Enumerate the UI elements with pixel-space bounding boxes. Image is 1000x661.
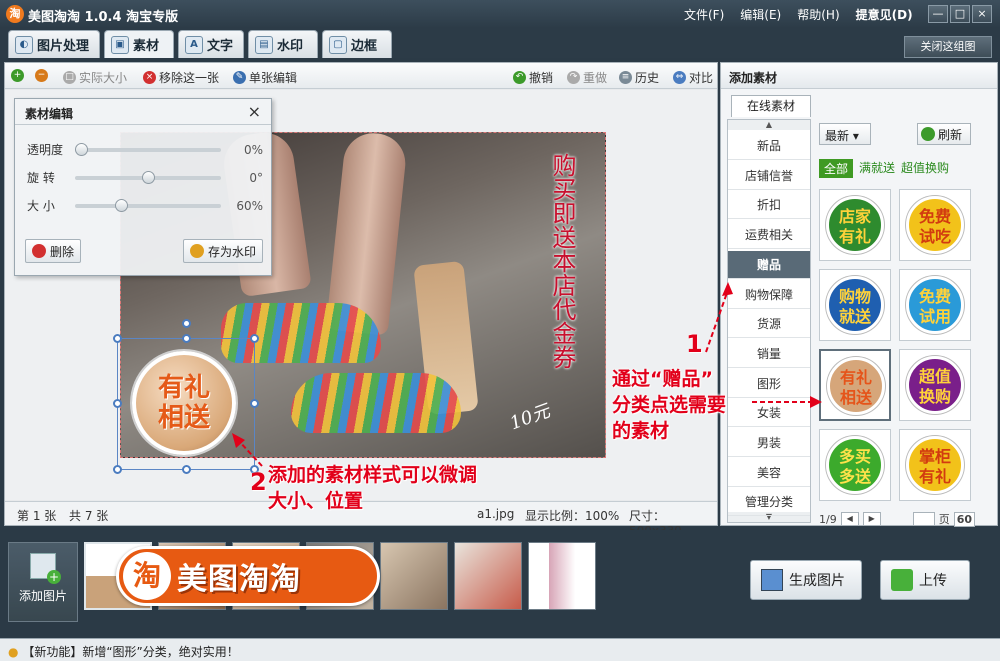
brand-logo-icon: 淘 xyxy=(123,552,171,600)
thumbnail[interactable] xyxy=(454,542,522,610)
tip-bar: ● 【新功能】新增“图形”分类，绝对实用！ xyxy=(0,638,1000,661)
upload-label: 上传 xyxy=(919,573,947,589)
brand-name: 美图淘淘 xyxy=(177,562,301,597)
add-image-button[interactable]: 添加图片 xyxy=(8,542,78,622)
generate-icon xyxy=(761,569,783,591)
thumbnail[interactable] xyxy=(528,542,596,610)
add-image-label: 添加图片 xyxy=(18,589,67,603)
add-image-icon xyxy=(30,553,61,584)
tip-text: 【新功能】新增“图形”分类，绝对实用！ xyxy=(22,645,239,659)
thumbnail[interactable] xyxy=(380,542,448,610)
upload-button[interactable]: 上传 xyxy=(880,560,970,600)
generate-image-button[interactable]: 生成图片 xyxy=(750,560,862,600)
arrow-line xyxy=(705,289,729,353)
upload-icon xyxy=(891,569,913,591)
arrow-line xyxy=(237,439,263,467)
arrow-head xyxy=(722,282,733,296)
lightbulb-icon: ● xyxy=(8,645,19,659)
image-strip: 添加图片 淘 美图淘淘 生成图片 上传 xyxy=(4,530,998,634)
arrow-head xyxy=(810,396,822,408)
generate-label: 生成图片 xyxy=(789,573,845,589)
brand-logo: 淘 美图淘淘 xyxy=(116,546,380,606)
